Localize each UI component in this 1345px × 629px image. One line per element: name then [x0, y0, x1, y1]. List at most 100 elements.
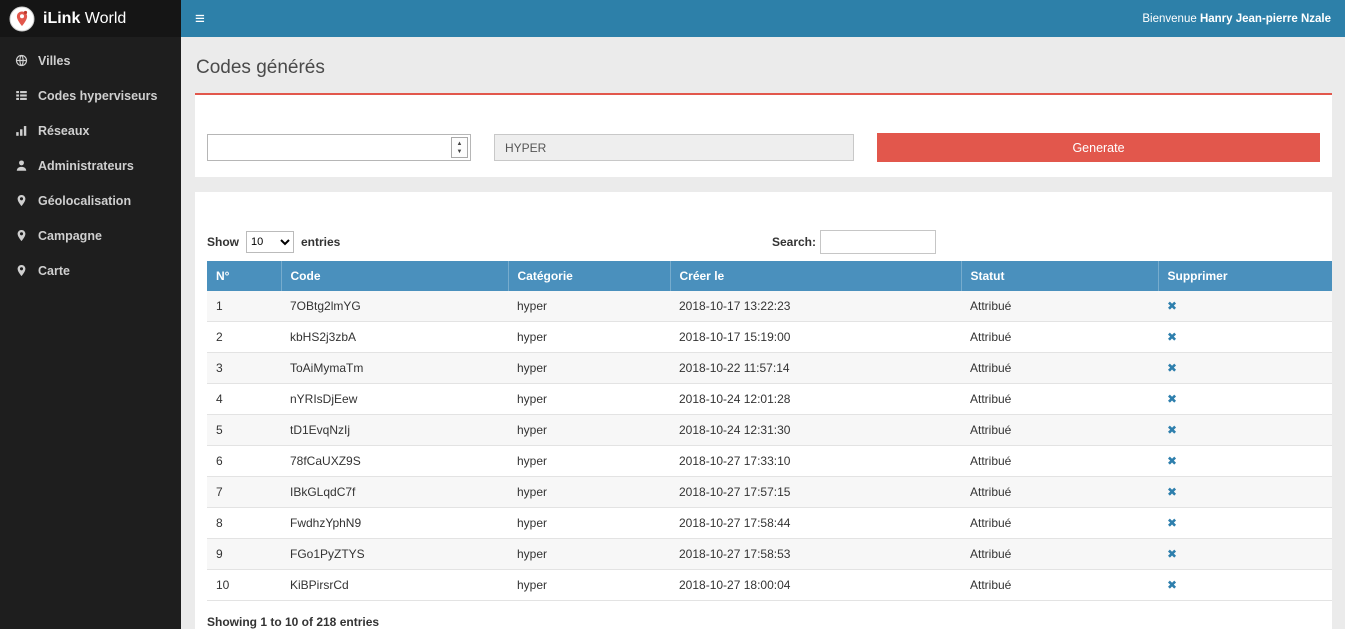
cell-number: 4: [207, 384, 281, 415]
cell-code: tD1EvqNzIj: [281, 415, 508, 446]
pagination: Previous12345…22Next: [379, 615, 1320, 629]
category-field[interactable]: [494, 134, 854, 161]
delete-icon[interactable]: ✖: [1167, 330, 1177, 344]
menu-toggle-icon[interactable]: ≡: [195, 10, 205, 27]
delete-icon[interactable]: ✖: [1167, 299, 1177, 313]
delete-icon[interactable]: ✖: [1167, 516, 1177, 530]
cell-status: Attribué: [961, 477, 1158, 508]
cell-category: hyper: [508, 508, 670, 539]
search-input[interactable]: [820, 230, 936, 254]
cell-created: 2018-10-27 17:58:44: [670, 508, 961, 539]
sidebar-item-label: Codes hyperviseurs: [38, 89, 158, 103]
show-label: Show: [207, 235, 239, 249]
delete-icon[interactable]: ✖: [1167, 485, 1177, 499]
table-row: 5tD1EvqNzIjhyper2018-10-24 12:31:30Attri…: [207, 415, 1332, 446]
cell-category: hyper: [508, 477, 670, 508]
cell-number: 3: [207, 353, 281, 384]
cell-created: 2018-10-27 18:00:04: [670, 570, 961, 601]
cell-number: 10: [207, 570, 281, 601]
stepper-down-icon[interactable]: ▼: [457, 149, 463, 155]
table-row: 2kbHS2j3zbAhyper2018-10-17 15:19:00Attri…: [207, 322, 1332, 353]
generate-button[interactable]: Generate: [877, 133, 1320, 162]
column-header[interactable]: N°: [207, 261, 281, 291]
cell-delete: ✖: [1158, 384, 1332, 415]
sidebar-item-villes[interactable]: Villes: [0, 43, 181, 78]
column-header[interactable]: Statut: [961, 261, 1158, 291]
table-row: 678fCaUXZ9Shyper2018-10-27 17:33:10Attri…: [207, 446, 1332, 477]
sidebar-item-carte[interactable]: Carte: [0, 253, 181, 288]
sidebar-item-administrateurs[interactable]: Administrateurs: [0, 148, 181, 183]
sidebar-item-label: Administrateurs: [38, 159, 134, 173]
cell-delete: ✖: [1158, 446, 1332, 477]
cell-code: ToAiMymaTm: [281, 353, 508, 384]
table-row: 9FGo1PyZTYShyper2018-10-27 17:58:53Attri…: [207, 539, 1332, 570]
page-size-select[interactable]: 10: [246, 231, 294, 253]
cell-status: Attribué: [961, 415, 1158, 446]
cell-code: FwdhzYphN9: [281, 508, 508, 539]
column-header[interactable]: Créer le: [670, 261, 961, 291]
sidebar-item-codes-hyperviseurs[interactable]: Codes hyperviseurs: [0, 78, 181, 113]
cell-code: 7OBtg2lmYG: [281, 291, 508, 322]
marker-icon: [15, 264, 28, 277]
stepper-up-icon[interactable]: ▲: [457, 141, 463, 147]
delete-icon[interactable]: ✖: [1167, 361, 1177, 375]
cell-number: 8: [207, 508, 281, 539]
column-header[interactable]: Code: [281, 261, 508, 291]
showing-entries-text: Showing 1 to 10 of 218 entries: [207, 615, 379, 629]
cell-created: 2018-10-22 11:57:14: [670, 353, 961, 384]
sidebar-item-g-olocalisation[interactable]: Géolocalisation: [0, 183, 181, 218]
cell-category: hyper: [508, 322, 670, 353]
top-bar: iLink World ≡ Bienvenue Hanry Jean-pierr…: [0, 0, 1345, 37]
cell-status: Attribué: [961, 384, 1158, 415]
table-footer: Showing 1 to 10 of 218 entries Previous1…: [207, 615, 1320, 629]
marker-icon: [15, 229, 28, 242]
cell-delete: ✖: [1158, 508, 1332, 539]
cell-status: Attribué: [961, 508, 1158, 539]
cell-status: Attribué: [961, 353, 1158, 384]
cell-created: 2018-10-27 17:58:53: [670, 539, 961, 570]
cell-status: Attribué: [961, 322, 1158, 353]
generate-panel: ▲ ▼ Generate: [195, 93, 1332, 177]
quantity-input[interactable]: [208, 135, 446, 160]
globe-icon: [15, 54, 28, 67]
cell-number: 6: [207, 446, 281, 477]
cell-created: 2018-10-24 12:31:30: [670, 415, 961, 446]
cell-category: hyper: [508, 539, 670, 570]
welcome-text: Bienvenue Hanry Jean-pierre Nzale: [1142, 13, 1331, 25]
top-nav: ≡ Bienvenue Hanry Jean-pierre Nzale: [181, 0, 1345, 37]
column-header[interactable]: Catégorie: [508, 261, 670, 291]
table-body: 17OBtg2lmYGhyper2018-10-17 13:22:23Attri…: [207, 291, 1332, 601]
entries-label: entries: [301, 235, 340, 249]
cell-created: 2018-10-24 12:01:28: [670, 384, 961, 415]
cell-delete: ✖: [1158, 291, 1332, 322]
delete-icon[interactable]: ✖: [1167, 547, 1177, 561]
codes-table-panel: Show 10 entries Search: N°CodeCatégorieC…: [195, 192, 1332, 629]
delete-icon[interactable]: ✖: [1167, 578, 1177, 592]
cell-code: KiBPirsrCd: [281, 570, 508, 601]
table-row: 8FwdhzYphN9hyper2018-10-27 17:58:44Attri…: [207, 508, 1332, 539]
list-icon: [15, 89, 28, 102]
sidebar-item-label: Géolocalisation: [38, 194, 131, 208]
delete-icon[interactable]: ✖: [1167, 423, 1177, 437]
column-header[interactable]: Supprimer: [1158, 261, 1332, 291]
cell-category: hyper: [508, 415, 670, 446]
app-title: iLink World: [43, 10, 126, 28]
cell-number: 5: [207, 415, 281, 446]
cell-status: Attribué: [961, 446, 1158, 477]
delete-icon[interactable]: ✖: [1167, 392, 1177, 406]
sidebar-item-label: Réseaux: [38, 124, 89, 138]
delete-icon[interactable]: ✖: [1167, 454, 1177, 468]
cell-code: kbHS2j3zbA: [281, 322, 508, 353]
stepper-arrows-icon[interactable]: ▲ ▼: [451, 137, 468, 158]
app-brand[interactable]: iLink World: [0, 0, 181, 37]
cell-status: Attribué: [961, 539, 1158, 570]
sidebar-item-r-seaux[interactable]: Réseaux: [0, 113, 181, 148]
cell-created: 2018-10-27 17:33:10: [670, 446, 961, 477]
sidebar-item-label: Carte: [38, 264, 70, 278]
sidebar-item-label: Campagne: [38, 229, 102, 243]
cell-number: 9: [207, 539, 281, 570]
codes-table: N°CodeCatégorieCréer leStatutSupprimer 1…: [207, 261, 1332, 601]
sidebar-item-campagne[interactable]: Campagne: [0, 218, 181, 253]
cell-category: hyper: [508, 384, 670, 415]
cell-code: IBkGLqdC7f: [281, 477, 508, 508]
